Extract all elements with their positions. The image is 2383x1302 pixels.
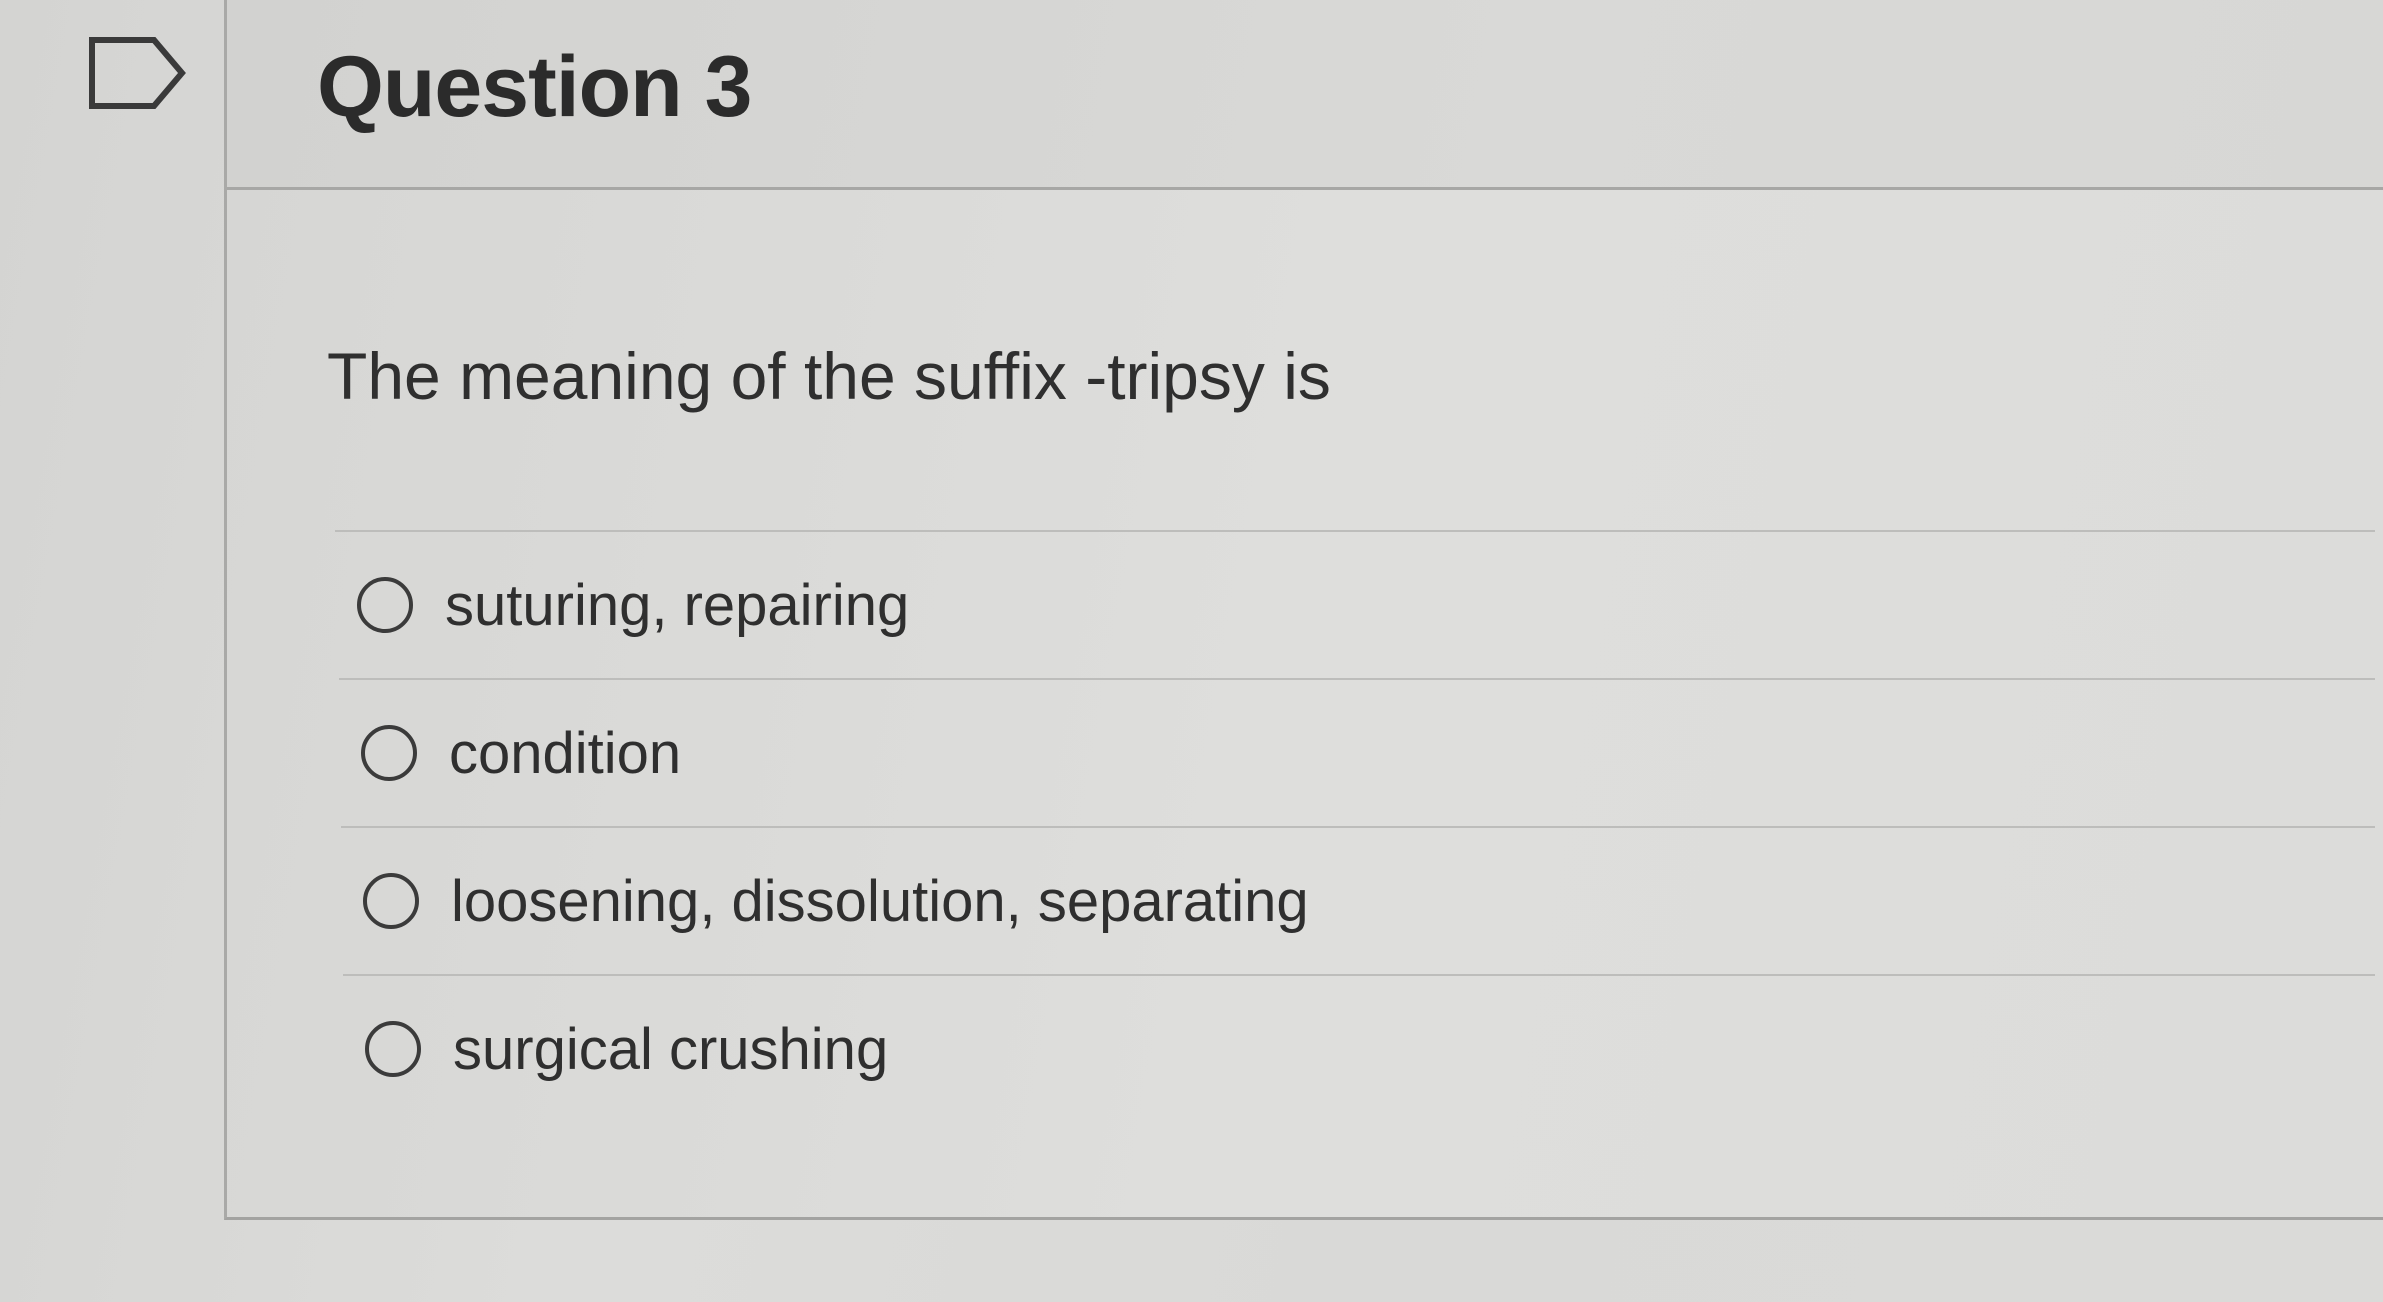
- radio-button-icon[interactable]: [361, 725, 417, 781]
- answer-label[interactable]: loosening, dissolution, separating: [451, 868, 1309, 935]
- radio-button-icon[interactable]: [357, 577, 413, 633]
- radio-button-icon[interactable]: [363, 873, 419, 929]
- answer-label[interactable]: condition: [449, 720, 681, 787]
- answer-option[interactable]: loosening, dissolution, separating: [341, 826, 2375, 974]
- question-text: The meaning of the suffix -tripsy is: [327, 339, 1331, 413]
- answer-label[interactable]: surgical crushing: [453, 1016, 888, 1083]
- answer-option[interactable]: condition: [339, 678, 2375, 826]
- question-card: Question 3 The meaning of the suffix -tr…: [224, 0, 2383, 1220]
- flag-question-icon[interactable]: [88, 36, 188, 110]
- question-header: Question 3: [227, 0, 2383, 190]
- question-title: Question 3: [317, 39, 752, 135]
- radio-button-icon[interactable]: [365, 1021, 421, 1077]
- answer-list: suturing, repairing condition loosening,…: [335, 530, 2375, 1122]
- answer-option[interactable]: surgical crushing: [343, 974, 2375, 1122]
- answer-label[interactable]: suturing, repairing: [445, 572, 909, 639]
- answer-option[interactable]: suturing, repairing: [335, 530, 2375, 678]
